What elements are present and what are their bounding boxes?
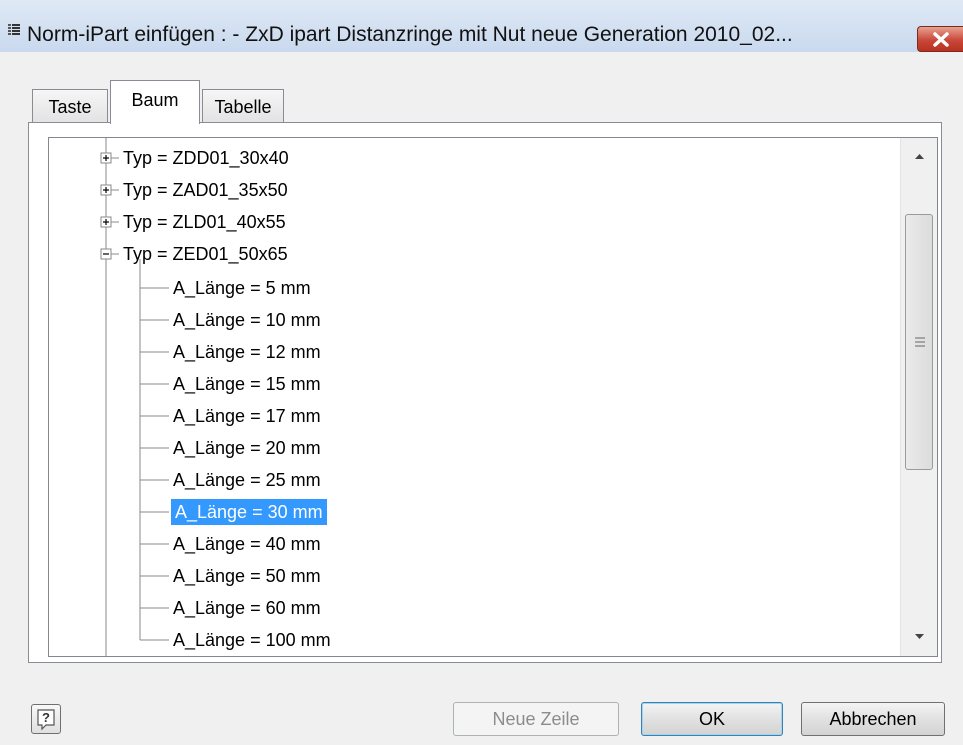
- tree-node-length[interactable]: A_Länge = 12 mm: [173, 339, 321, 365]
- close-button[interactable]: [917, 26, 963, 52]
- cancel-button[interactable]: Abbrechen: [801, 702, 945, 736]
- arrow-down-icon: [915, 634, 924, 639]
- tree-node-type[interactable]: Typ = ZLD01_40x55: [123, 209, 286, 235]
- grip-icon: [915, 337, 925, 347]
- vertical-scrollbar[interactable]: [900, 138, 937, 656]
- title-bar[interactable]: Norm-iPart einfügen : - ZxD ipart Distan…: [0, 0, 963, 52]
- tree-node-type[interactable]: Typ = ZDD01_30x40: [123, 145, 289, 171]
- tree-node-length[interactable]: A_Länge = 10 mm: [173, 307, 321, 333]
- tree-node-type-expanded[interactable]: Typ = ZED01_50x65: [123, 241, 288, 267]
- tree-node-length[interactable]: A_Länge = 20 mm: [173, 435, 321, 461]
- help-icon: ?: [37, 709, 55, 731]
- scroll-down-button[interactable]: [901, 616, 937, 656]
- tree-node-length[interactable]: A_Länge = 100 mm: [173, 627, 331, 653]
- tree-node-type[interactable]: Typ = ZAD01_35x50: [123, 177, 288, 203]
- tree-node-length[interactable]: A_Länge = 50 mm: [173, 563, 321, 589]
- scroll-up-button[interactable]: [901, 138, 937, 178]
- help-button[interactable]: ?: [31, 704, 61, 734]
- tree-node-length[interactable]: A_Länge = 5 mm: [173, 275, 311, 301]
- close-icon: [933, 32, 949, 47]
- window-title: Norm-iPart einfügen : - ZxD ipart Distan…: [27, 23, 793, 46]
- help-symbol: ?: [42, 710, 50, 725]
- tab-baum[interactable]: Baum: [110, 80, 200, 124]
- arrow-up-icon: [915, 154, 924, 159]
- tab-tabelle[interactable]: Tabelle: [202, 89, 284, 123]
- scroll-thumb[interactable]: [905, 214, 933, 470]
- tree-node-length[interactable]: A_Länge = 25 mm: [173, 467, 321, 493]
- tree-node-length[interactable]: A_Länge = 60 mm: [173, 595, 321, 621]
- new-row-button[interactable]: Neue Zeile: [453, 702, 619, 736]
- tab-taste[interactable]: Taste: [32, 89, 108, 123]
- tree-node-length-selected[interactable]: A_Länge = 30 mm: [171, 499, 327, 525]
- ok-button[interactable]: OK: [641, 702, 783, 736]
- tree-node-length[interactable]: A_Länge = 15 mm: [173, 371, 321, 397]
- tree-node-length[interactable]: A_Länge = 17 mm: [173, 403, 321, 429]
- app-icon: [8, 24, 20, 35]
- tree-node-length[interactable]: A_Länge = 40 mm: [173, 531, 321, 557]
- tree-view[interactable]: Typ = ZDD01_30x40 Typ = ZAD01_35x50 Typ …: [48, 137, 938, 657]
